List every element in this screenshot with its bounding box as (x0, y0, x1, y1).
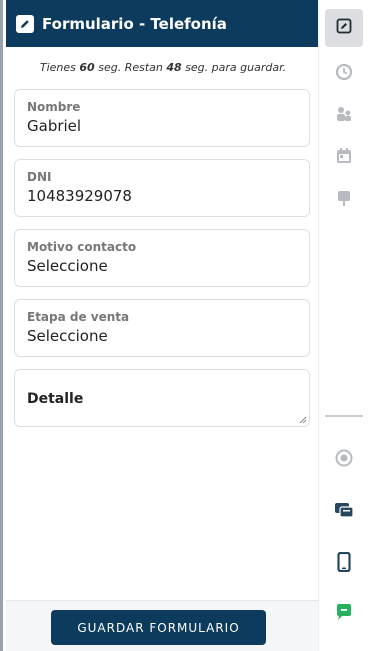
mobile-phone-icon (337, 551, 351, 576)
rail-chat-button[interactable] (325, 493, 363, 531)
save-form-button[interactable]: GUARDAR FORMULARIO (51, 610, 266, 645)
rail-whatsapp-button[interactable] (325, 595, 363, 633)
sales-stage-select[interactable]: Etapa de venta Seleccione (14, 299, 310, 357)
history-icon (335, 63, 353, 85)
rail-settings-button[interactable] (325, 441, 363, 479)
contact-reason-value[interactable]: Seleccione (27, 257, 297, 275)
contact-reason-select[interactable]: Motivo contacto Seleccione (14, 229, 310, 287)
timer-total: 60 (79, 61, 95, 74)
whatsapp-message-icon (335, 603, 353, 625)
form-panel: Formulario - Telefonía Tienes 60 seg. Re… (0, 0, 320, 651)
users-icon (335, 105, 353, 127)
settings-icon (335, 449, 353, 471)
chat-bubbles-icon (334, 501, 354, 523)
dni-field-value[interactable]: 10483929078 (27, 187, 297, 205)
name-field[interactable]: Nombre Gabriel (14, 89, 310, 147)
detail-label: Detalle (27, 391, 84, 407)
name-field-value[interactable]: Gabriel (27, 117, 297, 135)
dni-field-label: DNI (27, 170, 52, 184)
rail-notes-button[interactable] (325, 181, 363, 219)
rail-contacts-button[interactable] (325, 97, 363, 135)
calendar-icon (335, 147, 353, 169)
sales-stage-value[interactable]: Seleccione (27, 327, 297, 345)
edit-icon (336, 18, 352, 38)
rail-divider (325, 415, 363, 417)
right-icon-rail (318, 0, 369, 651)
rail-history-button[interactable] (325, 55, 363, 93)
form-title: Formulario - Telefonía (42, 14, 227, 33)
timer-remaining: 48 (166, 61, 182, 74)
dni-field[interactable]: DNI 10483929078 (14, 159, 310, 217)
detail-textarea[interactable]: Detalle (14, 369, 310, 427)
name-field-label: Nombre (27, 100, 81, 114)
contact-reason-label: Motivo contacto (27, 240, 137, 254)
edit-icon (16, 14, 34, 33)
save-timer-text: Tienes 60 seg. Restan 48 seg. para guard… (39, 61, 287, 74)
rail-form-button[interactable] (325, 9, 363, 47)
rail-phone-button[interactable] (325, 545, 363, 583)
pin-icon (335, 189, 353, 211)
sales-stage-label: Etapa de venta (27, 310, 130, 324)
form-header: Formulario - Telefonía (6, 0, 320, 47)
rail-calendar-button[interactable] (325, 139, 363, 177)
resize-grip-icon[interactable] (299, 416, 307, 424)
